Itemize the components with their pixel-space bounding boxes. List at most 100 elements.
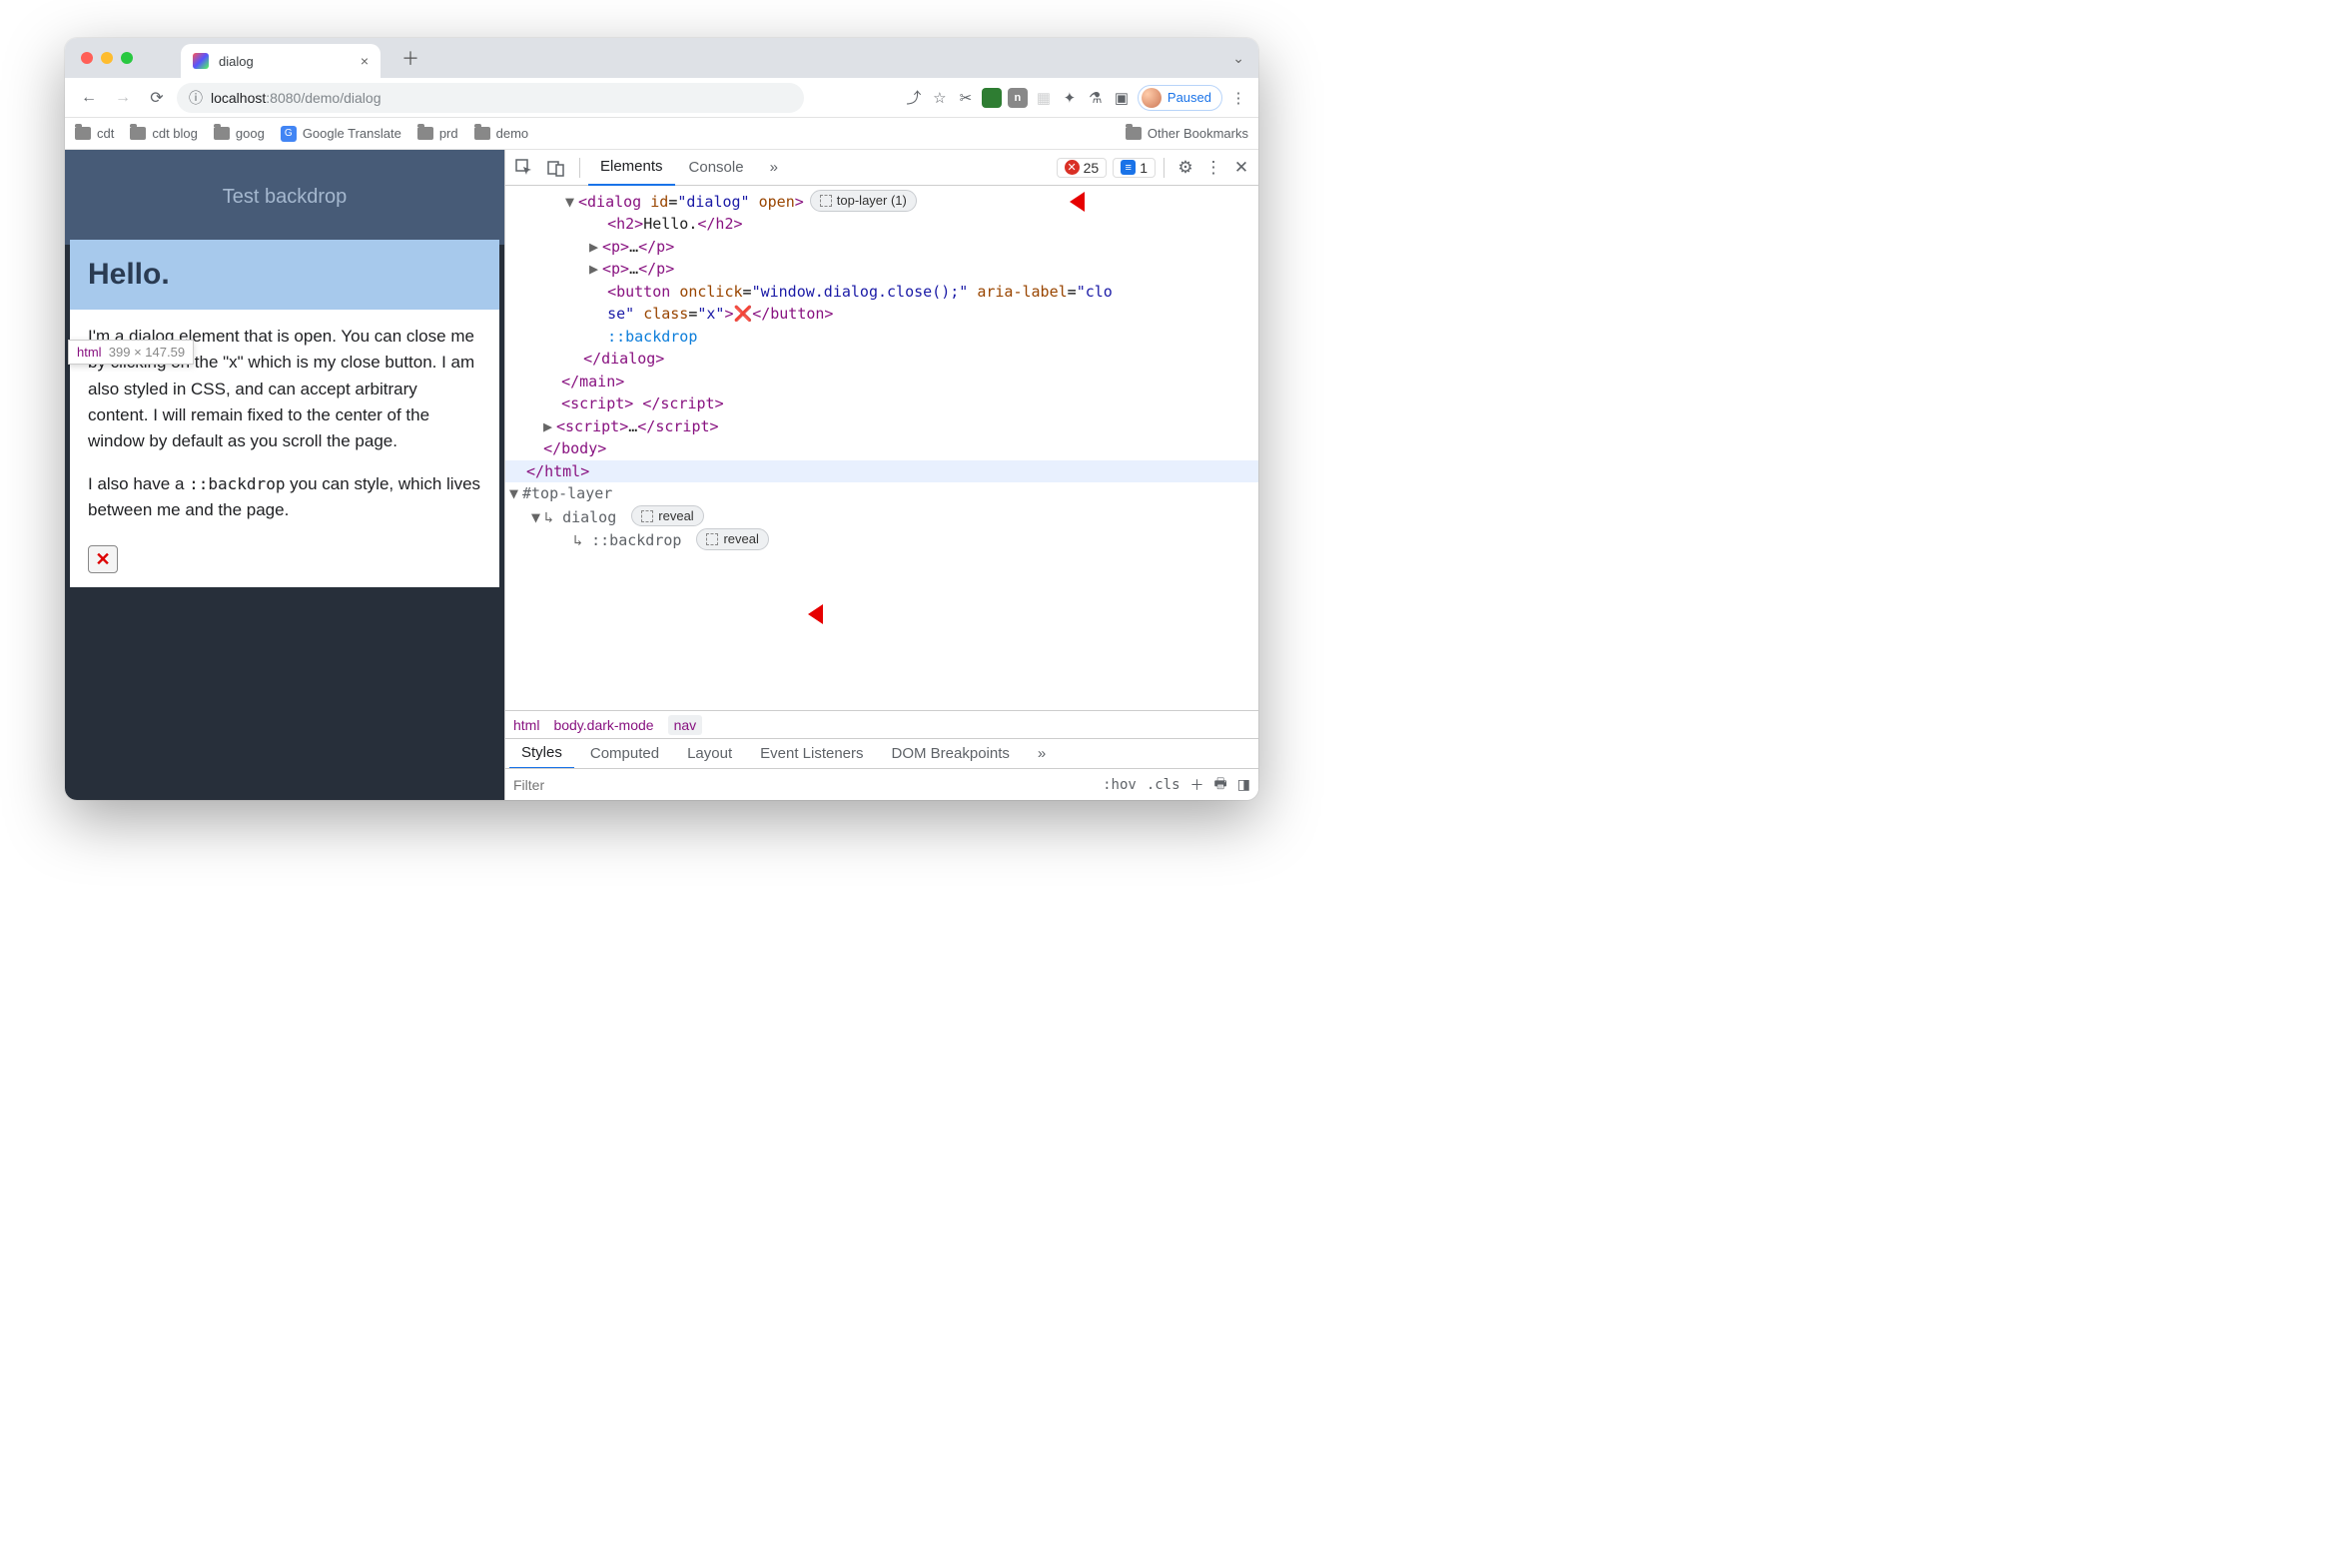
tab-elements[interactable]: Elements [588, 150, 675, 186]
folder-icon [474, 127, 490, 140]
extensions-row: ⤴ ☆ ✂ n ▦ ✦ ⚗ ▣ Paused ⋮ [904, 85, 1248, 111]
kebab-menu-icon[interactable]: ⋮ [1228, 88, 1248, 108]
bookmark-prd[interactable]: prd [417, 126, 458, 141]
bookmark-cdt-blog[interactable]: cdt blog [130, 126, 198, 141]
url-path: /demo/dialog [301, 90, 381, 106]
dialog-element: Hello. I'm a dialog element that is open… [70, 240, 499, 587]
labs-icon[interactable]: ⚗ [1086, 88, 1106, 108]
tooltip-dimensions: 399 × 147.59 [109, 345, 185, 360]
top-layer-badge[interactable]: top-layer (1) [810, 190, 917, 212]
new-tab-button[interactable]: ＋ [396, 44, 424, 72]
crumb-nav[interactable]: nav [668, 715, 703, 735]
dom-tree[interactable]: ▼<dialog id="dialog" open>top-layer (1) … [505, 186, 1258, 710]
annotation-arrow-icon [808, 599, 858, 629]
tooltip-tagname: html [77, 345, 102, 360]
reveal-badge-backdrop[interactable]: reveal [696, 528, 768, 550]
bookmark-demo[interactable]: demo [474, 126, 529, 141]
devtools-tabbar: Elements Console » ✕25 ≡1 ⚙ ⋮ ✕ [505, 150, 1258, 186]
element-tooltip: html 399 × 147.59 [68, 340, 194, 365]
device-toolbar-icon[interactable] [541, 153, 571, 183]
devtools-close-icon[interactable]: ✕ [1228, 155, 1254, 181]
dialog-paragraph-2: I also have a ::backdrop you can style, … [88, 471, 481, 524]
styles-filter-row: :hov .cls ＋ 🖶 ◨ [505, 768, 1258, 800]
toolbar: ← → ⟳ ⓘ localhost:8080/demo/dialog ⤴ ☆ ✂… [65, 78, 1258, 118]
url-host: localhost [211, 90, 266, 106]
bookmark-cdt[interactable]: cdt [75, 126, 114, 141]
dialog-heading: Hello. [88, 258, 481, 292]
errors-badge[interactable]: ✕25 [1057, 158, 1108, 178]
close-window-icon[interactable] [81, 52, 93, 64]
other-bookmarks[interactable]: Other Bookmarks [1126, 126, 1248, 141]
dialog-heading-row: Hello. [70, 240, 499, 310]
window-controls [81, 52, 133, 64]
tab-title: dialog [219, 54, 351, 69]
device-cascade-icon[interactable]: 🖶 [1214, 773, 1227, 797]
folder-icon [417, 127, 433, 140]
translate-icon: G [281, 126, 297, 142]
extensions-menu-icon[interactable]: ✦ [1060, 88, 1080, 108]
reveal-badge-dialog[interactable]: reveal [631, 505, 703, 527]
tab-more[interactable]: » [758, 150, 790, 186]
maximize-window-icon[interactable] [121, 52, 133, 64]
folder-icon [214, 127, 230, 140]
content-area: Test backdrop Hello. I'm a dialog elemen… [65, 150, 1258, 800]
folder-icon [1126, 127, 1142, 140]
url-port: :8080 [266, 90, 301, 106]
tab-console[interactable]: Console [677, 150, 756, 186]
tab-close-icon[interactable]: × [361, 53, 369, 69]
dialog-close-button[interactable]: ✕ [88, 545, 118, 573]
styles-filter-input[interactable] [513, 777, 1093, 793]
extension-icon-1[interactable] [982, 88, 1002, 108]
tab-layout[interactable]: Layout [675, 739, 744, 769]
browser-tab[interactable]: dialog × [181, 44, 381, 78]
site-info-icon[interactable]: ⓘ [189, 88, 203, 108]
tabs-overflow-icon[interactable]: ⌄ [1232, 50, 1244, 67]
tab-styles-more[interactable]: » [1026, 739, 1058, 769]
settings-icon[interactable]: ⚙ [1172, 155, 1198, 181]
minimize-window-icon[interactable] [101, 52, 113, 64]
tab-styles[interactable]: Styles [509, 739, 574, 769]
forward-button[interactable]: → [109, 84, 137, 112]
scroll-into-view-icon [820, 195, 832, 207]
scroll-into-view-icon [706, 533, 718, 545]
scissors-icon[interactable]: ✂ [956, 88, 976, 108]
inspect-element-icon[interactable] [509, 153, 539, 183]
extension-icon-3[interactable]: ▦ [1034, 88, 1054, 108]
info-badge[interactable]: ≡1 [1113, 158, 1156, 178]
cls-toggle[interactable]: .cls [1147, 777, 1180, 793]
browser-window: dialog × ＋ ⌄ ← → ⟳ ⓘ localhost:8080/demo… [65, 38, 1258, 800]
bookmark-google-translate[interactable]: GGoogle Translate [281, 126, 401, 142]
styles-tabbar: Styles Computed Layout Event Listeners D… [505, 738, 1258, 768]
tab-computed[interactable]: Computed [578, 739, 671, 769]
annotation-arrow-icon [1070, 187, 1120, 217]
share-icon[interactable]: ⤴ [904, 88, 924, 108]
folder-icon [75, 127, 91, 140]
page-header: Test backdrop [65, 150, 504, 245]
devtools-panel: Elements Console » ✕25 ≡1 ⚙ ⋮ ✕ ▼<dialog… [504, 150, 1258, 800]
devtools-menu-icon[interactable]: ⋮ [1200, 155, 1226, 181]
close-icon: ✕ [95, 549, 110, 570]
avatar-icon [1142, 88, 1162, 108]
crumb-body[interactable]: body.dark-mode [553, 717, 653, 733]
titlebar: dialog × ＋ ⌄ [65, 38, 1258, 78]
hov-toggle[interactable]: :hov [1103, 777, 1137, 793]
toggle-sidebar-icon[interactable]: ◨ [1237, 776, 1250, 793]
favicon-icon [193, 53, 209, 69]
reload-button[interactable]: ⟳ [143, 84, 171, 112]
bookmark-goog[interactable]: goog [214, 126, 265, 141]
bookmark-star-icon[interactable]: ☆ [930, 88, 950, 108]
paused-label: Paused [1167, 90, 1211, 105]
crumb-html[interactable]: html [513, 717, 539, 733]
rendered-page: Test backdrop Hello. I'm a dialog elemen… [65, 150, 504, 800]
address-bar[interactable]: ⓘ localhost:8080/demo/dialog [177, 83, 804, 113]
tab-dom-breakpoints[interactable]: DOM Breakpoints [880, 739, 1022, 769]
folder-icon [130, 127, 146, 140]
error-icon: ✕ [1065, 160, 1080, 175]
new-rule-icon[interactable]: ＋ [1190, 775, 1204, 795]
profile-paused-chip[interactable]: Paused [1138, 85, 1222, 111]
tab-event-listeners[interactable]: Event Listeners [748, 739, 875, 769]
extension-icon-2[interactable]: n [1008, 88, 1028, 108]
dom-breadcrumbs[interactable]: html body.dark-mode nav [505, 710, 1258, 738]
back-button[interactable]: ← [75, 84, 103, 112]
sidepanel-icon[interactable]: ▣ [1112, 88, 1132, 108]
